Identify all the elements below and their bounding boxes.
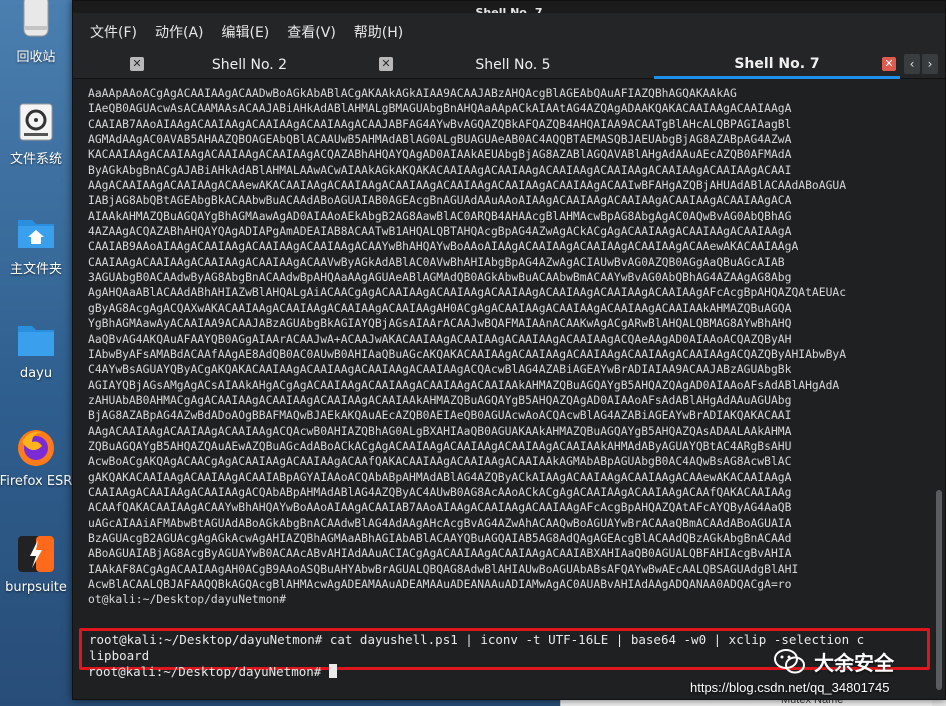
tab-shell-5[interactable]: ✕ Shell No. 5 xyxy=(376,51,650,79)
output-line: CAAIAB7AAoAIAAgACAAIAAgACAAIAAgACAAIAAgA… xyxy=(88,116,792,131)
menu-file[interactable]: 文件(F) xyxy=(90,22,137,42)
desktop-icon-filesystem[interactable]: 文件系统 xyxy=(0,102,72,167)
desktop-icon-label: 主文件夹 xyxy=(9,262,62,277)
desktop-icon-label: burpsuite xyxy=(5,580,67,595)
output-line: C4AYwBsAGUAYQByACgAKQAKACAAIAAgACAAIAAgA… xyxy=(88,362,792,377)
output-line: BjAG8AZABpAG4AZwBdADoAOgBBAFMAQwBJAEkAKQ… xyxy=(88,408,792,423)
scrollbar-thumb[interactable] xyxy=(936,490,942,690)
output-line: BzAGUAcgB2AGUAcgAgAGkAcwAgAHIAZQBhAGMAaA… xyxy=(88,530,792,545)
output-line: ACAAfQAKACAAIAAgACAAYwBhAHQAYwBoAAoAIAAg… xyxy=(88,500,792,515)
output-line: gByAG8AcgAgACQAXwAKACAAIAAgACAAIAAgACAAI… xyxy=(88,300,792,315)
menu-help[interactable]: 帮助(H) xyxy=(354,22,403,42)
output-line: IAeQB0AGUAcwAsACAAMAAsACAAJABiAHkAdABlAH… xyxy=(88,101,792,116)
tab-shell-7[interactable]: Shell No. 7 ✕ xyxy=(654,51,900,79)
close-icon[interactable]: ✕ xyxy=(882,57,896,71)
trash-icon xyxy=(16,0,56,40)
output-line: IAAkAF8ACgAgACAAIAAgAH0ACgB9AAoASQBuAHYA… xyxy=(88,561,799,576)
prompt-text: root@kali:~/Desktop/dayuNetmon# xyxy=(88,664,329,679)
output-line: 4AZAAgACQAZABhAHQAYQAgADIAPgAmADEAIAB8AC… xyxy=(88,224,792,239)
wechat-icon xyxy=(774,648,806,675)
chevron-left-icon[interactable]: ‹ xyxy=(904,54,920,74)
output-line: AgAHQAaABlACAAdABhAHIAZwBlAHQALgAiACAACg… xyxy=(88,285,847,300)
home-folder-icon xyxy=(16,212,56,252)
output-line: AcwBoACgAKQAgACAACgAgACAAIAAgACAAIAAgACA… xyxy=(88,454,792,469)
output-line: CAAIAAgACAAIAAgACAAIAAgACQAbABpAHMAdABlA… xyxy=(88,484,792,499)
output-line: AaAApAAoACgAgACAAIAAgACAADwBoAGkAbABlACg… xyxy=(88,86,737,100)
desktop-icon-trash[interactable]: 回收站 xyxy=(0,0,72,65)
output-line: IAbwByAFsAMABdACAAfAAgAE8AdQB0AC0AUwB0AH… xyxy=(88,346,847,361)
output-line: 3AGUAbgB0ACAAdwByAG8AbgBnACAAdwBpAHQAaAA… xyxy=(88,270,792,285)
output-line: zAHUAbAB0AHMACgAgACAAIAAgACAAIAAgACAAIAA… xyxy=(88,392,792,407)
output-line: ot@kali:~/Desktop/dayuNetmon# xyxy=(88,592,287,607)
desktop-icon-dayu[interactable]: dayu xyxy=(0,320,72,381)
output-line: AAgACAAIAAgACAAIAAgACAAewAKACAAIAAgACAAI… xyxy=(88,178,847,193)
tab-label: Shell No. 5 xyxy=(475,57,551,73)
output-line: KACAAIAAgACAAIAAgACAAIAAgACAAIAAgACQAZAB… xyxy=(88,147,792,162)
output-line: ByAGkAbgBnACgAJABiAHkAdABlAHMALAAwACwAIA… xyxy=(88,162,792,177)
close-icon[interactable]: ✕ xyxy=(379,57,393,71)
desktop-icon-label: 回收站 xyxy=(16,50,56,65)
current-prompt[interactable]: root@kali:~/Desktop/dayuNetmon# xyxy=(88,664,337,680)
watermark-brand: 大余安全 xyxy=(814,651,894,675)
tab-shell-2[interactable]: ✕ Shell No. 2 xyxy=(127,51,372,79)
output-line: CAAIAB9AAoAIAAgACAAIAAgACAAIAAgACAAIAAgA… xyxy=(88,239,799,254)
desktop-icon-label: Firefox ESR xyxy=(0,474,73,489)
desktop-icon-label: 文件系统 xyxy=(9,152,62,167)
desktop-icon-home[interactable]: 主文件夹 xyxy=(0,212,72,277)
desktop-icon-firefox[interactable]: Firefox ESR xyxy=(0,428,72,489)
output-line: YgBhAGMAawAyACAAIAA9ACAAJABzAGUAbgBkAGIA… xyxy=(88,316,792,331)
menu-actions[interactable]: 动作(A) xyxy=(155,22,204,42)
menu-view[interactable]: 查看(V) xyxy=(287,22,336,42)
output-line: AAgACAAIAAgACAAIAAgACAAIAAgACQAcwB0AHIAZ… xyxy=(88,423,792,438)
desktop-icon-burpsuite[interactable]: burpsuite xyxy=(0,534,72,595)
output-line: AcwBlACAALQBJAFAAQQBkAGQAcgBlAHMAcwAgADE… xyxy=(88,577,792,591)
window-titlebar[interactable]: Shell No. 7 xyxy=(73,1,945,19)
desktop-icon-label: dayu xyxy=(19,366,53,381)
tab-label: Shell No. 7 xyxy=(734,55,820,72)
terminal-output[interactable]: AaAApAAoACgAgACAAIAAgACAADwBoAGkAbABlACg… xyxy=(73,80,933,692)
output-line: ABoAGUAIABjAG8AcgByAGUAYwB0ACAAcABvAHIAd… xyxy=(88,546,792,561)
output-line: AGIAYQBjAGsAMgAgACsAIAAkAHgACgAgACAAIAAg… xyxy=(88,377,840,392)
command-line: root@kali:~/Desktop/dayuNetmon# cat dayu… xyxy=(89,632,865,647)
output-line: ZQBuAGQAYgB5AHQAZQAuAEwAZQBuAGcAdABoACkA… xyxy=(88,438,792,453)
watermark: 大余安全 xyxy=(774,647,894,676)
menu-edit[interactable]: 编辑(E) xyxy=(222,22,270,42)
menu-bar: 文件(F) 动作(A) 编辑(E) 查看(V) 帮助(H) xyxy=(73,13,945,51)
output-line: AaQBvAG4AKQAuAFAAYQB0AGgAIAArACAAJwA+ACA… xyxy=(88,331,792,346)
close-icon[interactable]: ✕ xyxy=(130,57,144,71)
output-line: AGMAdAAgAC0AVAB5AHAAZQBOAGEAbQBlACAAUwB5… xyxy=(88,132,792,147)
output-line: IABjAG8AbQBtAGEAbgBkACAAbwBuACAAdABoAGUA… xyxy=(88,193,792,208)
chevron-right-icon[interactable]: › xyxy=(922,54,938,74)
output-line: uAGcAIAAiAFMAbwBtAGUAdABoAGkAbgBnACAAdwB… xyxy=(88,515,792,530)
tab-label: Shell No. 2 xyxy=(211,57,288,73)
output-line: gAKQAKACAAIAAgACAAIAAgACAAIABpAGYAIAAoAC… xyxy=(88,469,792,484)
hard-drive-icon xyxy=(16,102,56,142)
output-line: AIAAkAHMAZQBuAGQAYgBhAGMAawAgAD0AIAAoAEk… xyxy=(88,208,792,223)
text-cursor xyxy=(328,664,337,678)
firefox-icon xyxy=(16,428,56,468)
folder-icon xyxy=(16,320,56,360)
tab-bar: ✕ Shell No. 2 ✕ Shell No. 5 Shell No. 7 … xyxy=(73,51,945,79)
terminal-window: Shell No. 7 文件(F) 动作(A) 编辑(E) 查看(V) 帮助(H… xyxy=(72,0,946,700)
output-line: CAAIAAgACAAIAAgACAAIAAgACAAIAAgACAAVwByA… xyxy=(88,254,785,269)
scrollbar[interactable] xyxy=(933,80,945,692)
watermark-url: https://blog.csdn.net/qq_34801745 xyxy=(690,680,890,695)
burpsuite-icon xyxy=(16,534,56,574)
